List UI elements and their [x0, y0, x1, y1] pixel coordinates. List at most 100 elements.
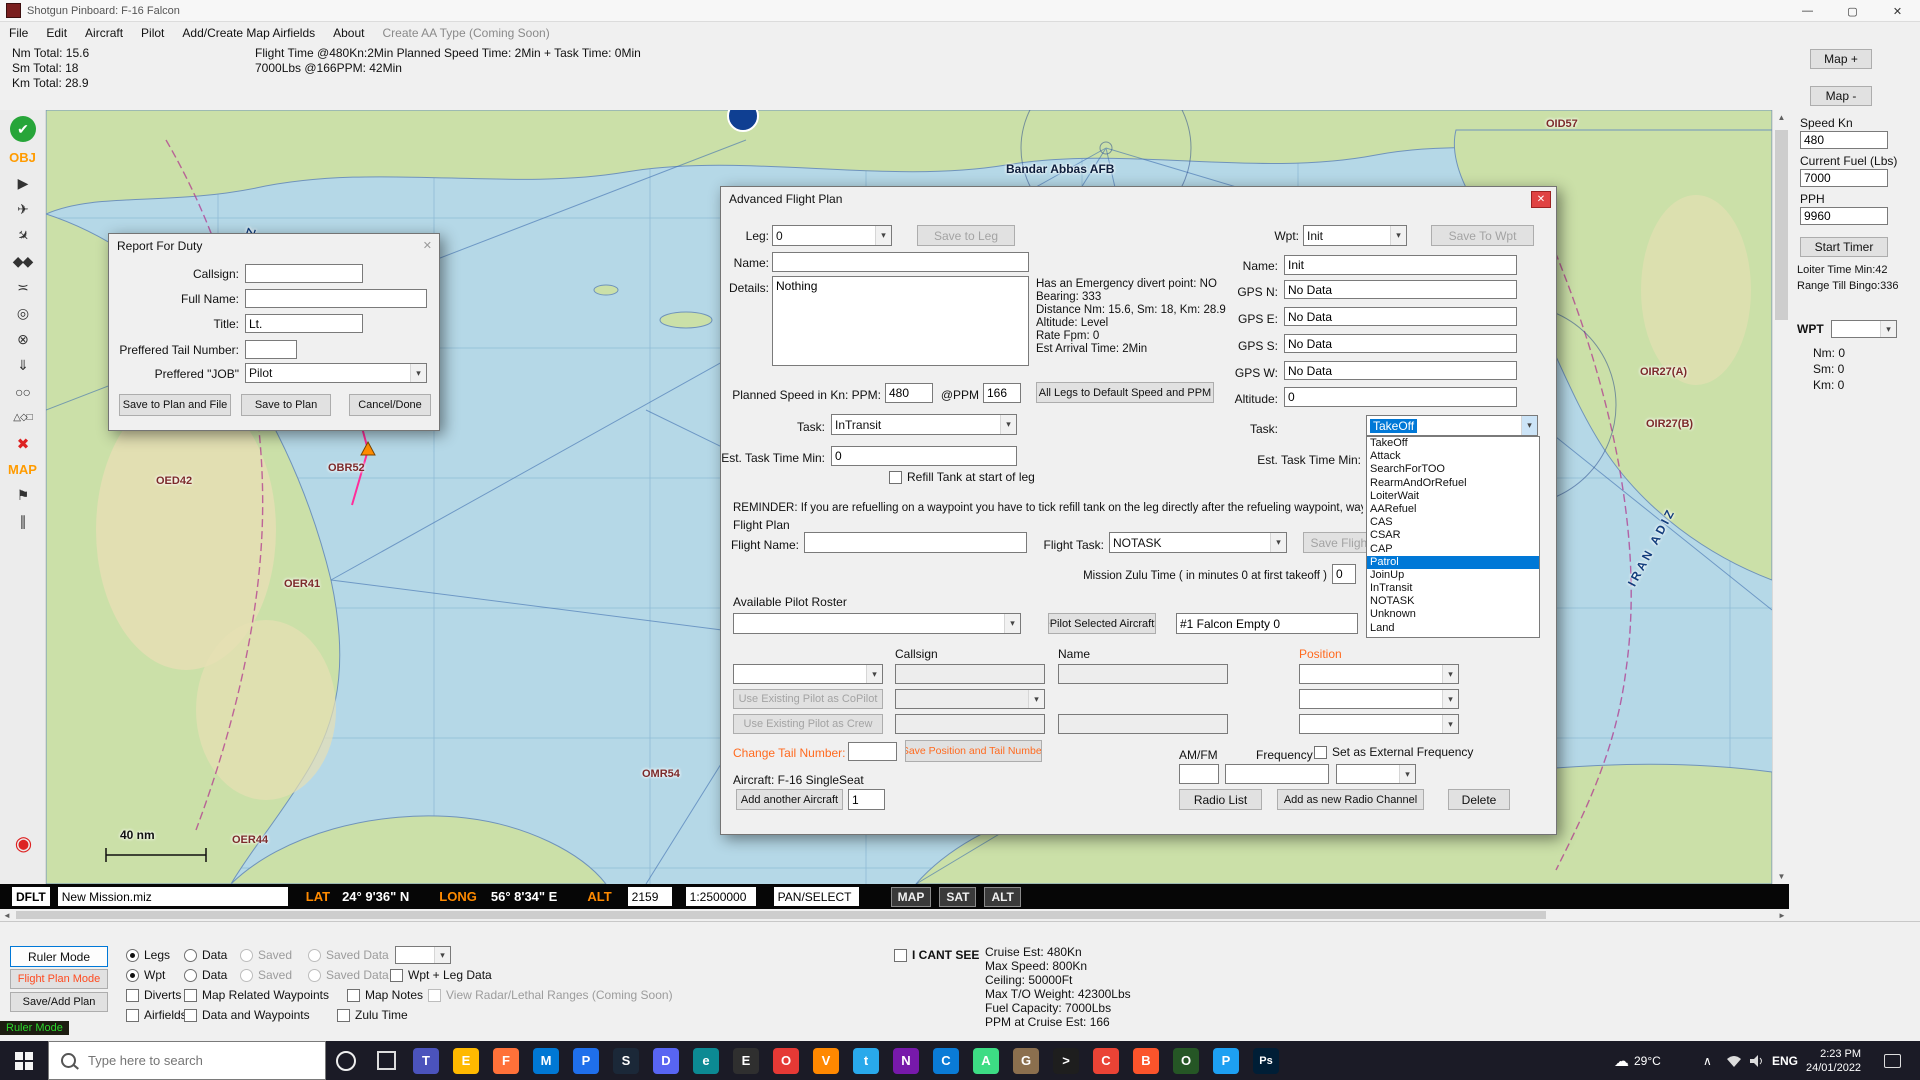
- fullname-field[interactable]: [245, 289, 427, 308]
- alt-value-field[interactable]: 2159: [628, 887, 672, 906]
- radio-icon[interactable]: [184, 969, 197, 982]
- gps-e-field[interactable]: No Data: [1284, 307, 1517, 326]
- explorer-icon[interactable]: E: [446, 1041, 486, 1080]
- map-scale-field[interactable]: 1:2500000: [686, 887, 756, 906]
- task-option[interactable]: LoiterWait: [1367, 490, 1539, 503]
- save-to-wpt-button[interactable]: Save To Wpt: [1431, 225, 1534, 246]
- ruler-mode-button[interactable]: Ruler Mode: [10, 946, 108, 967]
- diverts-checkbox[interactable]: Diverts: [126, 988, 181, 1002]
- delete-tool-icon[interactable]: ✖: [7, 433, 39, 454]
- sat-layer-button[interactable]: SAT: [939, 887, 976, 907]
- tanks-tool-icon[interactable]: ○○: [7, 381, 39, 402]
- crew-name-field[interactable]: [1058, 714, 1228, 734]
- crew-callsign-field[interactable]: [895, 714, 1045, 734]
- aircraft-top-tool-icon[interactable]: ✈: [4, 217, 41, 254]
- planned-speed-field[interactable]: 480: [885, 383, 933, 403]
- measure-tool-icon[interactable]: ∥: [7, 511, 39, 532]
- tail-number-field[interactable]: [848, 742, 897, 761]
- taskbar-search[interactable]: [48, 1041, 326, 1080]
- map-layer-button[interactable]: MAP: [891, 887, 932, 907]
- menu-aircraft[interactable]: Aircraft: [76, 26, 132, 40]
- gps-n-field[interactable]: No Data: [1284, 280, 1517, 299]
- route-tool-icon[interactable]: ▶: [7, 173, 39, 194]
- checkbox-icon[interactable]: [889, 471, 902, 484]
- copilot-position-select[interactable]: [1299, 689, 1459, 709]
- checkbox-icon[interactable]: [126, 1009, 139, 1022]
- opera-icon[interactable]: O: [766, 1041, 806, 1080]
- map-notes-checkbox[interactable]: Map Notes: [347, 988, 423, 1002]
- map-related-waypoints-checkbox[interactable]: Map Related Waypoints: [184, 988, 329, 1002]
- crew-position-select[interactable]: [1299, 714, 1459, 734]
- aircraft-tool-icon[interactable]: ✈: [7, 199, 39, 220]
- menu-file[interactable]: File: [0, 26, 37, 40]
- steam-icon[interactable]: S: [606, 1041, 646, 1080]
- checkbox-icon[interactable]: [1314, 746, 1327, 759]
- notification-center-button[interactable]: [1884, 1041, 1901, 1080]
- wpt-task-select[interactable]: TakeOff: [1366, 415, 1538, 436]
- cortana-button[interactable]: [326, 1041, 366, 1080]
- tail-number-field[interactable]: [245, 340, 297, 359]
- vscode-icon[interactable]: C: [926, 1041, 966, 1080]
- add-aircraft-button[interactable]: Add another Aircraft: [736, 789, 843, 810]
- fuel-field[interactable]: 7000: [1800, 169, 1888, 187]
- vlc-icon[interactable]: V: [806, 1041, 846, 1080]
- pilot-roster-select[interactable]: [733, 613, 1021, 634]
- frequency-field[interactable]: [1225, 764, 1329, 784]
- telegram-icon[interactable]: t: [846, 1041, 886, 1080]
- wpt-select[interactable]: [1831, 320, 1897, 338]
- edge-icon[interactable]: e: [686, 1041, 726, 1080]
- tray-expand-button[interactable]: ∧: [1703, 1041, 1712, 1080]
- aircraft-count-field[interactable]: 1: [848, 789, 885, 810]
- pilot-select[interactable]: [733, 664, 883, 684]
- save-add-plan-button[interactable]: Save/Add Plan: [10, 992, 108, 1012]
- clock-tray-item[interactable]: 2:23 PM 24/01/2022: [1806, 1041, 1861, 1080]
- photoshop-icon[interactable]: Ps: [1246, 1041, 1286, 1080]
- leg-name-field[interactable]: [772, 252, 1029, 272]
- waypoint-oer41[interactable]: OER41: [284, 578, 320, 590]
- add-radio-channel-button[interactable]: Add as new Radio Channel: [1277, 789, 1424, 810]
- shapes-tool-icon[interactable]: △◇□: [7, 407, 39, 428]
- menu-edit[interactable]: Edit: [37, 26, 76, 40]
- task-option[interactable]: RearmAndOrRefuel: [1367, 477, 1539, 490]
- aircraft-slot-field[interactable]: #1 Falcon Empty 0: [1176, 613, 1358, 634]
- alt-layer-button[interactable]: ALT: [984, 887, 1020, 907]
- task-option[interactable]: TakeOff: [1367, 437, 1539, 450]
- pilot-callsign-field[interactable]: [895, 664, 1045, 684]
- checkbox-icon[interactable]: [347, 989, 360, 1002]
- waypoint-oed42[interactable]: OED42: [156, 475, 192, 487]
- brave-icon[interactable]: B: [1126, 1041, 1166, 1080]
- minimize-icon[interactable]: —: [1785, 0, 1830, 22]
- le g-task-select[interactable]: InTransit: [831, 414, 1017, 435]
- discord-icon[interactable]: D: [646, 1041, 686, 1080]
- volume-icon[interactable]: [1750, 1041, 1765, 1080]
- radio-list-button[interactable]: Radio List: [1179, 789, 1262, 810]
- task-dropdown-list[interactable]: TakeOff Attack SearchForTOO RearmAndOrRe…: [1366, 436, 1540, 638]
- data-and-waypoints-checkbox[interactable]: Data and Waypoints: [184, 1008, 310, 1022]
- save-plan-file-button[interactable]: Save to Plan and File: [119, 394, 231, 416]
- task-option[interactable]: CAP: [1367, 543, 1539, 556]
- legs-extra-select[interactable]: [395, 946, 451, 964]
- airfields-checkbox[interactable]: Airfields: [126, 1008, 187, 1022]
- all-legs-default-button[interactable]: All Legs to Default Speed and PPM: [1036, 382, 1214, 403]
- crew-button[interactable]: Use Existing Pilot as Crew: [733, 714, 883, 734]
- waypoint-oer44[interactable]: OER44: [232, 834, 268, 846]
- altitude-field[interactable]: 0: [1284, 387, 1517, 407]
- mission-name-field[interactable]: New Mission.miz: [58, 887, 288, 906]
- task-view-button[interactable]: [366, 1041, 406, 1080]
- vertical-scroll-thumb[interactable]: [1775, 130, 1788, 320]
- menu-about[interactable]: About: [324, 26, 373, 40]
- pilot-selected-aircraft-button[interactable]: >Pilot Selected Aircraft>: [1048, 613, 1156, 634]
- pylon-tool-icon[interactable]: ≍: [7, 277, 39, 298]
- save-position-tail-button[interactable]: Save Position and Tail Number: [905, 740, 1042, 762]
- legs-data-radio[interactable]: Data: [184, 948, 227, 962]
- checkbox-icon[interactable]: [184, 1009, 197, 1022]
- flight-plan-mode-button[interactable]: Flight Plan Mode: [10, 969, 108, 989]
- task-option[interactable]: InTransit: [1367, 582, 1539, 595]
- pilot-name-field[interactable]: [1058, 664, 1228, 684]
- task-option[interactable]: CAS: [1367, 516, 1539, 529]
- map-vertical-scrollbar[interactable]: ▲ ▼: [1772, 110, 1790, 884]
- close-icon[interactable]: ✕: [423, 239, 432, 252]
- search-input[interactable]: [86, 1052, 310, 1069]
- task-option-selected[interactable]: Patrol: [1367, 556, 1539, 569]
- copilot-callsign-select[interactable]: [895, 689, 1045, 709]
